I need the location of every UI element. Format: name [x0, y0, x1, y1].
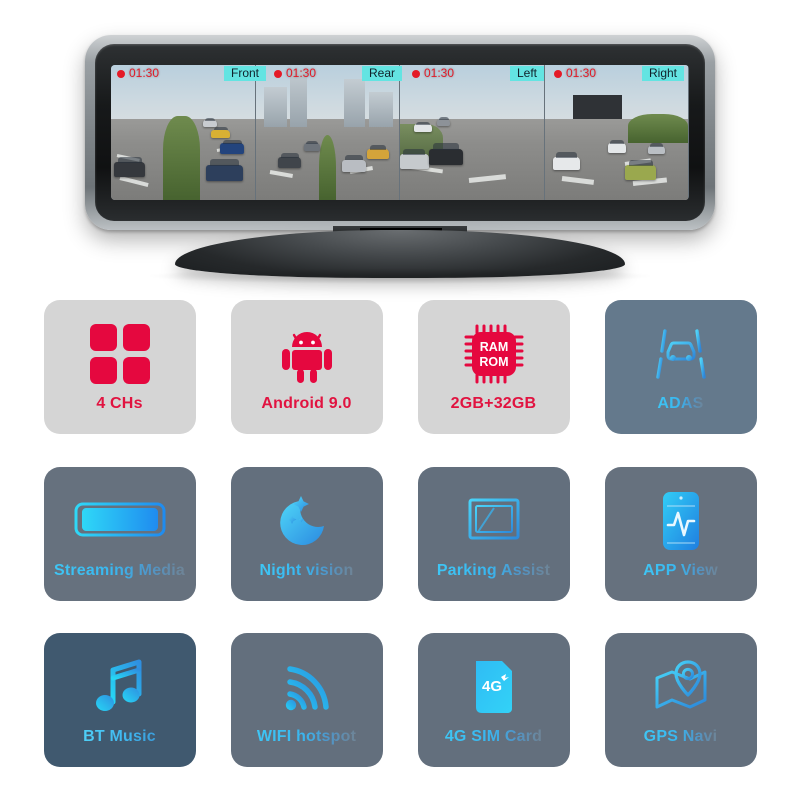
camera-pane-left [400, 65, 545, 200]
mirror-screen: 01:30 Front 01:30 Rear 01:30 Left 01:30 … [111, 65, 689, 200]
scene-car [400, 149, 429, 169]
android-robot-icon [276, 317, 338, 391]
feature-tile-memory[interactable]: RAM ROM 2GB+32GB [417, 300, 570, 434]
moon-stars-icon [276, 484, 338, 558]
phone-chart-icon [658, 484, 704, 558]
mirror-dashcam-body: 01:30 Front 01:30 Rear 01:30 Left 01:30 … [85, 35, 715, 230]
feature-cell: Parking Assist [400, 466, 587, 634]
feature-tile-4g-sim-card[interactable]: 4G 4G SIM Card [417, 633, 570, 768]
feature-cell: WIFI hotspot [213, 633, 400, 800]
scene-car [553, 152, 581, 171]
camera-pane-right [544, 65, 689, 200]
feature-label: GPS Navi [643, 728, 718, 746]
feature-tile-wifi-hotspot[interactable]: WIFI hotspot [230, 633, 383, 768]
scene-building [289, 70, 308, 128]
scene-gantry [573, 94, 622, 119]
scene-sky [400, 65, 544, 128]
feature-cell: Android 9.0 [213, 300, 400, 467]
feature-label: Parking Assist [436, 561, 551, 579]
wifi-icon [277, 650, 337, 724]
feature-cell: 4 CHs [26, 300, 213, 467]
device-drop-shadow [150, 268, 650, 284]
scene-median [162, 116, 200, 200]
car-lane-icon [649, 317, 713, 391]
scene-building [344, 78, 365, 128]
scene-car [113, 157, 146, 178]
scene-car [647, 143, 666, 155]
feature-tile-adas[interactable]: ADAS [604, 300, 757, 434]
feature-label: 2GB+32GB [450, 395, 537, 412]
svg-text:ROM: ROM [479, 355, 508, 369]
feature-label: Android 9.0 [261, 395, 352, 412]
scene-car [607, 139, 627, 153]
scene-trees [627, 113, 688, 144]
feature-cell: BT Music [26, 633, 213, 800]
scene-car [624, 159, 657, 180]
scene-car [278, 153, 302, 168]
feature-tile-parking-assist[interactable]: Parking Assist [417, 466, 570, 601]
scene-building [264, 86, 288, 128]
camera-pane-front [111, 65, 256, 200]
scene-building [368, 92, 394, 128]
feature-label: Streaming Media [53, 561, 186, 579]
scene-car [414, 121, 432, 133]
scene-car [205, 159, 243, 182]
music-note-icon [91, 650, 149, 724]
feature-tile-bt-music[interactable]: BT Music [43, 633, 196, 768]
product-device-photo: 01:30 Front 01:30 Rear 01:30 Left 01:30 … [0, 0, 800, 300]
scene-car [211, 127, 231, 138]
scene-median [318, 135, 336, 200]
scene-car [437, 116, 451, 126]
feature-label: APP View [643, 561, 718, 579]
parking-monitor-icon [464, 484, 524, 558]
feature-label: BT Music [83, 728, 156, 746]
feature-grid: 4 CHs Android 9.0 RAM ROM 2GB+32GB ADAS … [0, 300, 800, 800]
feature-tile-android[interactable]: Android 9.0 [230, 300, 383, 434]
scene-car [428, 143, 464, 165]
scene-car [220, 139, 245, 155]
feature-cell: ADAS [587, 300, 774, 467]
mirror-screen-icon [70, 484, 170, 558]
feature-label: 4 CHs [96, 395, 143, 412]
feature-label: Night vision [259, 561, 354, 579]
feature-label: ADAS [657, 395, 704, 412]
feature-tile-streaming-media[interactable]: Streaming Media [43, 466, 196, 601]
scene-car [202, 118, 218, 128]
feature-tile-4-chs[interactable]: 4 CHs [43, 300, 196, 434]
feature-tile-app-view[interactable]: APP View [604, 466, 757, 601]
feature-cell: Streaming Media [26, 466, 213, 634]
mirror-bezel: 01:30 Front 01:30 Rear 01:30 Left 01:30 … [95, 44, 705, 221]
feature-cell: RAM ROM 2GB+32GB [400, 300, 587, 467]
scene-car [367, 145, 389, 160]
feature-label: 4G SIM Card [444, 728, 543, 746]
map-pin-icon [650, 650, 712, 724]
feature-tile-night-vision[interactable]: Night vision [230, 466, 383, 601]
camera-pane-rear [255, 65, 400, 200]
four-squares-icon [89, 317, 151, 391]
feature-cell: 4G 4G SIM Card [400, 633, 587, 800]
scene-car [341, 155, 366, 172]
scene-car [304, 140, 321, 152]
feature-label: WIFI hotspot [256, 728, 357, 746]
feature-cell: GPS Navi [587, 633, 774, 800]
feature-tile-gps-navi[interactable]: GPS Navi [604, 633, 757, 768]
feature-cell: Night vision [213, 466, 400, 634]
sim-card-4g-icon: 4G [472, 650, 516, 724]
chip-ram-rom-icon: RAM ROM [462, 317, 526, 391]
svg-text:4G: 4G [481, 678, 501, 695]
feature-cell: APP View [587, 466, 774, 634]
svg-text:RAM: RAM [479, 340, 507, 354]
